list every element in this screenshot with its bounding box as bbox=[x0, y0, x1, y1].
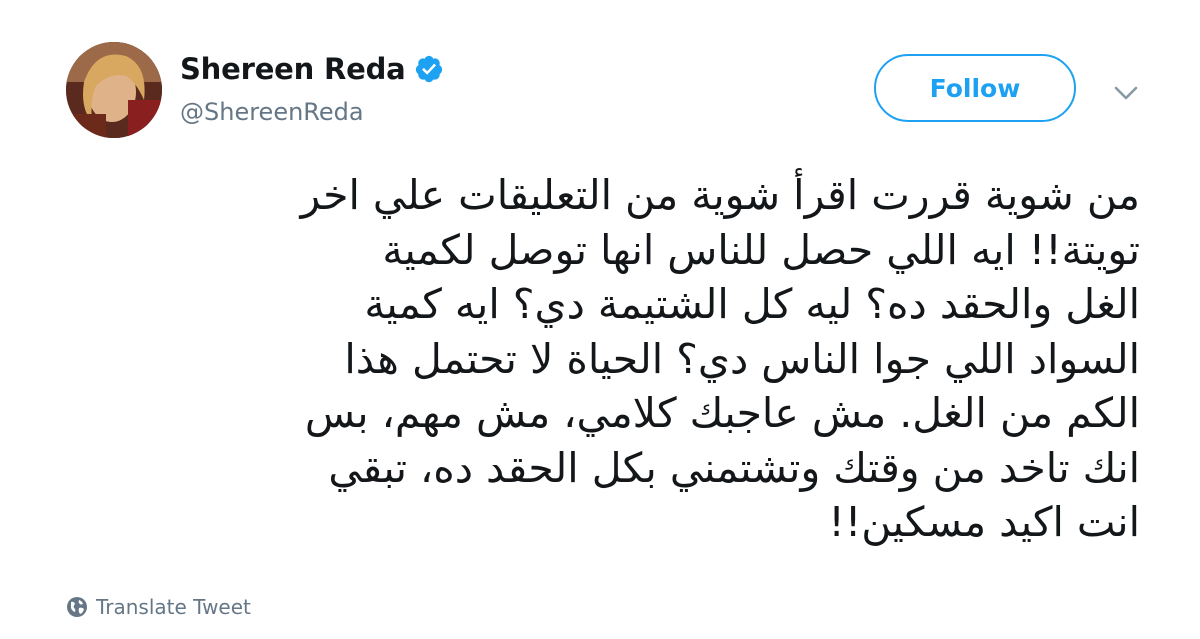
tweet-text-line: من شوية قررت اقرأ شوية من التعليقات علي … bbox=[300, 171, 1140, 219]
avatar-image bbox=[66, 42, 162, 138]
user-handle[interactable]: @ShereenReda bbox=[180, 98, 364, 126]
translate-tweet-label: Translate Tweet bbox=[96, 595, 251, 619]
tweet-text-line: انك تاخد من وقتك وتشتمني بكل الحقد ده، ت… bbox=[328, 443, 1140, 492]
avatar[interactable] bbox=[66, 42, 162, 138]
tweet-text-line: الكم من الغل. مش عاجبك كلامي، مش مهم، بس bbox=[304, 389, 1140, 437]
chevron-down-icon[interactable] bbox=[1112, 80, 1140, 104]
tweet-text-line: انت اكيد مسكين!! bbox=[828, 498, 1140, 546]
tweet-card: Shereen Reda @ShereenReda Follow من شوية… bbox=[0, 0, 1200, 639]
tweet-text-line: السواد اللي جوا الناس دي؟ الحياة لا تحتم… bbox=[344, 334, 1140, 383]
globe-icon bbox=[66, 596, 88, 618]
verified-badge-icon bbox=[414, 54, 444, 84]
tweet-text-line: الغل والحقد ده؟ ليه كل الشتيمة دي؟ ايه ك… bbox=[364, 280, 1140, 328]
tweet-text-line: تويتة!! ايه اللي حصل للناس انها توصل لكم… bbox=[382, 225, 1140, 274]
follow-button[interactable]: Follow bbox=[874, 54, 1076, 122]
display-name[interactable]: Shereen Reda bbox=[180, 52, 406, 86]
translate-tweet-link[interactable]: Translate Tweet bbox=[66, 595, 251, 619]
name-row: Shereen Reda bbox=[180, 52, 444, 86]
tweet-text: من شوية قررت اقرأ شوية من التعليقات علي … bbox=[100, 168, 1140, 550]
